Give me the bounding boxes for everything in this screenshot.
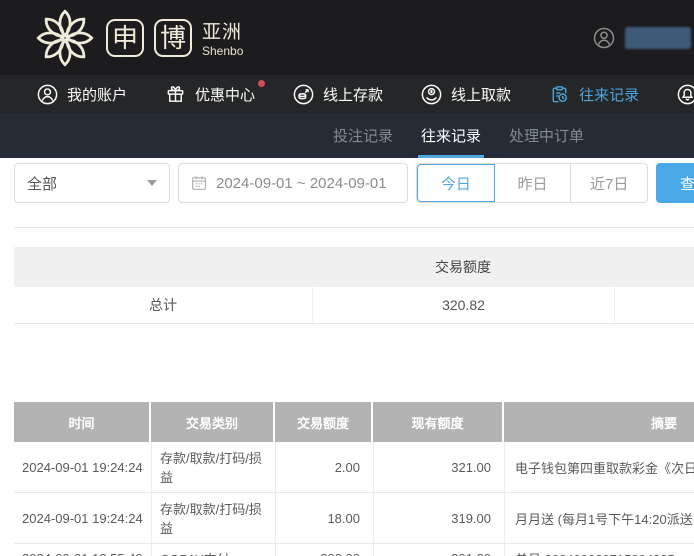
search-button[interactable]: 查询: [656, 163, 694, 203]
user-circle-icon: [592, 26, 616, 50]
tab-label: 往来记录: [421, 125, 481, 146]
table-row: 2024-09-01 19:24:24 存款/取款/打码/损益 18.00 31…: [14, 493, 694, 544]
summary-total-label: 总计: [14, 287, 312, 323]
today-button[interactable]: 今日: [417, 164, 495, 202]
nav-label: 线上存款: [323, 84, 383, 105]
cell-time: 2024-09-01 18:55:49: [14, 544, 151, 556]
brand-region: 亚洲: [202, 17, 243, 44]
tab-transaction-records[interactable]: 往来记录: [418, 113, 484, 158]
col-amount: 交易额度: [275, 402, 373, 442]
main-nav: 我的账户 优惠中心 线上存款 线上取款: [0, 75, 694, 113]
section-divider: [14, 227, 694, 228]
username-redacted: [625, 27, 691, 49]
brand-logo[interactable]: 申 博 亚洲 Shenbo: [34, 7, 243, 69]
quick-range-group: 今日 昨日 近7日: [416, 163, 648, 203]
col-summary: 摘要: [504, 402, 694, 442]
summary-total-extra: [614, 287, 694, 323]
cell-type: 存款/取款/打码/损益: [151, 493, 275, 543]
type-select-value: 全部: [27, 173, 57, 194]
chevron-down-icon: [147, 180, 157, 186]
summary-header-row: 交易额度: [14, 247, 694, 287]
table-row: 2024-09-01 18:55:49 CGPAY支付 300.00 301.0…: [14, 544, 694, 556]
brand-char-1: 申: [106, 19, 144, 57]
account-area[interactable]: [592, 26, 694, 50]
col-type: 交易类别: [151, 402, 275, 442]
nav-label: 线上取款: [451, 84, 511, 105]
filter-bar: 全部 2024-09-01 ~ 2024-09-01 今日 昨日 近7日 查询: [0, 158, 694, 203]
brand-char-2: 博: [154, 19, 192, 57]
notification-dot: [258, 80, 265, 87]
cell-balance: 319.00: [373, 493, 504, 543]
nav-label: 优惠中心: [195, 84, 255, 105]
tab-label: 处理中订单: [509, 125, 584, 146]
tab-label: 投注记录: [333, 125, 393, 146]
nav-item-withdraw[interactable]: 线上取款: [420, 83, 511, 106]
gift-icon: [164, 83, 187, 106]
nav-item-deposit[interactable]: 线上存款: [292, 83, 383, 106]
cell-balance: 301.00: [373, 544, 504, 556]
nav-item-promotions[interactable]: 优惠中心: [164, 83, 255, 106]
records-table: 时间 交易类别 交易额度 现有额度 摘要 2024-09-01 19:24:24…: [14, 402, 694, 556]
cell-amount: 18.00: [275, 493, 373, 543]
cell-amount: 2.00: [275, 442, 373, 492]
calendar-icon: [190, 174, 208, 192]
date-range-input[interactable]: 2024-09-01 ~ 2024-09-01: [178, 163, 408, 203]
nav-item-transaction-records[interactable]: 往来记录: [548, 83, 639, 106]
last7days-button[interactable]: 近7日: [571, 164, 647, 202]
type-select[interactable]: 全部: [14, 163, 170, 203]
bell-icon: [676, 83, 694, 106]
col-balance: 现有额度: [373, 402, 504, 442]
summary-header-amount: 交易额度: [312, 257, 614, 277]
deposit-icon: [292, 83, 315, 106]
cell-type: CGPAY支付: [151, 544, 275, 556]
flower-logo-icon: [34, 7, 96, 69]
cell-type: 存款/取款/打码/损益: [151, 442, 275, 492]
summary-table: 交易额度 总计 320.82: [14, 247, 694, 324]
nav-label: 我的账户: [67, 84, 127, 105]
summary-total-row: 总计 320.82: [14, 287, 694, 324]
top-header: 申 博 亚洲 Shenbo: [0, 0, 694, 75]
nav-label: 往来记录: [579, 84, 639, 105]
cell-time: 2024-09-01 19:24:24: [14, 493, 151, 543]
nav-item-messages[interactable]: 信息: [676, 83, 694, 106]
table-row: 2024-09-01 19:24:24 存款/取款/打码/损益 2.00 321…: [14, 442, 694, 493]
records-icon: [548, 83, 571, 106]
tab-bet-records[interactable]: 投注记录: [330, 113, 396, 158]
cell-summary-order-number[interactable]: 单号:202409023715394335: [504, 544, 694, 556]
date-range-value: 2024-09-01 ~ 2024-09-01: [216, 175, 387, 192]
summary-total-value: 320.82: [312, 287, 614, 323]
col-time: 时间: [14, 402, 151, 442]
cell-time: 2024-09-01 19:24:24: [14, 442, 151, 492]
withdraw-icon: [420, 83, 443, 106]
cell-summary: 月月送 (每月1号下午14:20派送: [504, 493, 694, 543]
record-tabs: 投注记录 往来记录 处理中订单: [0, 113, 694, 158]
records-header-row: 时间 交易类别 交易额度 现有额度 摘要: [14, 402, 694, 442]
brand-name-en: Shenbo: [202, 44, 243, 58]
user-icon: [36, 83, 59, 106]
tab-pending-orders[interactable]: 处理中订单: [506, 113, 587, 158]
cell-amount: 300.00: [275, 544, 373, 556]
yesterday-button[interactable]: 昨日: [495, 164, 572, 202]
cell-balance: 321.00: [373, 442, 504, 492]
nav-item-my-account[interactable]: 我的账户: [36, 83, 127, 106]
cell-summary: 电子钱包第四重取款彩金《次日: [504, 442, 694, 492]
